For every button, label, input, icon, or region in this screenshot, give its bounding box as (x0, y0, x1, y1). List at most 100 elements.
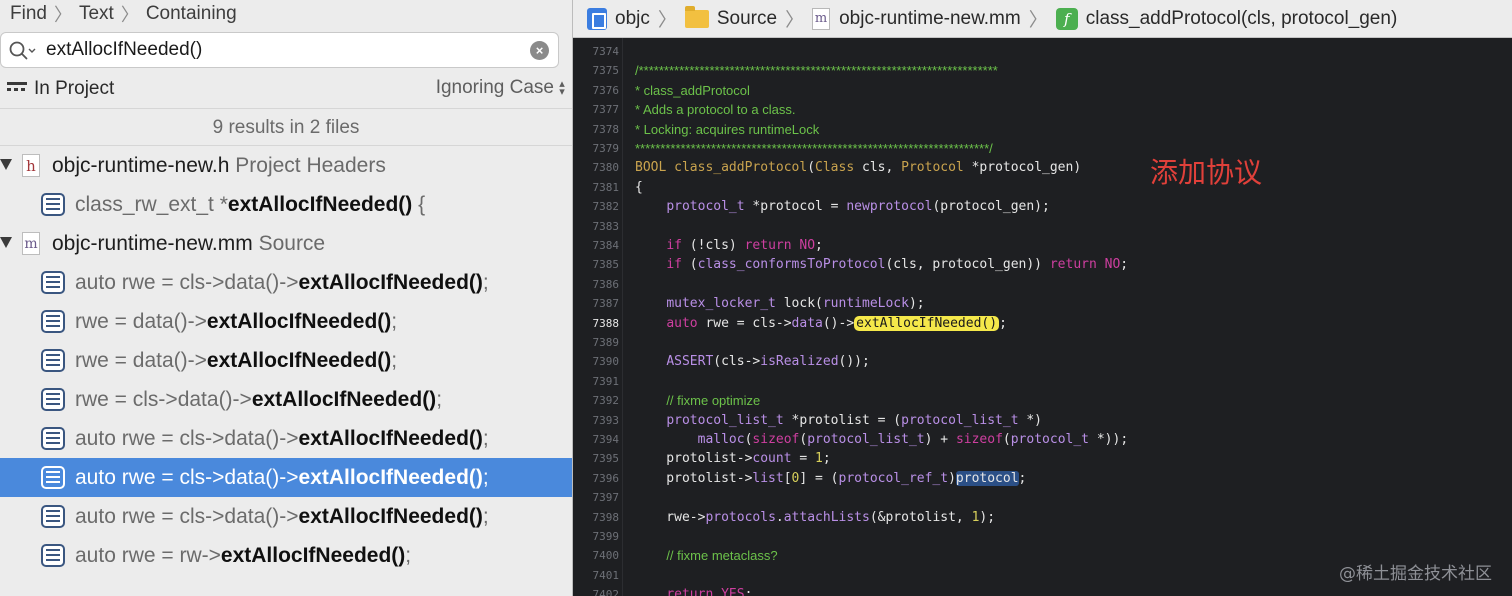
code-token: return (744, 238, 792, 253)
result-suffix: ; (391, 310, 398, 333)
search-query[interactable]: extAllocIfNeeded() (46, 33, 202, 67)
line-number: 7379 (592, 142, 620, 155)
find-scope-bar: In Project Ignoring Case ▴ ▾ (0, 70, 572, 108)
result-prefix: auto rwe = cls->data()-> (75, 271, 299, 294)
case-sensitivity-selector[interactable]: Ignoring Case (436, 70, 554, 106)
line-number: 7380 (592, 161, 620, 175)
code-token: ); (979, 509, 996, 525)
disclosure-triangle-icon[interactable] (0, 237, 12, 248)
code-token: NO (799, 238, 816, 253)
result-row[interactable]: auto rwe = cls->data()->extAllocIfNeeded… (0, 458, 572, 497)
breadcrumb-find[interactable]: Find (10, 3, 47, 25)
code-token: ) (948, 470, 956, 486)
code-token: *protolist = ( (783, 412, 902, 428)
code-token: (!cls) (681, 238, 745, 253)
result-row[interactable]: rwe = data()->extAllocIfNeeded(); (0, 341, 572, 380)
code-token: protocol_list_t (901, 412, 1019, 428)
code-line: /***************************************… (635, 61, 998, 81)
scope-icon[interactable] (7, 82, 27, 96)
text-match-icon (41, 310, 65, 333)
code-line: { (635, 178, 643, 197)
code-token: (&protolist, (869, 509, 972, 525)
breadcrumb-containing[interactable]: Containing (146, 3, 237, 25)
result-suffix: ; (482, 466, 489, 489)
code-line: return YES; (635, 585, 752, 596)
code-token: // fixme optimize (666, 393, 761, 409)
code-token: sizeof (955, 432, 1003, 447)
result-row[interactable]: class_rw_ext_t *extAllocIfNeeded() { (0, 185, 572, 224)
code-token: malloc (697, 432, 745, 447)
code-token: if (666, 238, 682, 253)
line-number: 7395 (592, 452, 620, 466)
clear-icon[interactable]: × (530, 41, 549, 60)
line-number: 7396 (592, 471, 620, 485)
result-file-name: objc-runtime-new.h Project Headers (52, 146, 386, 185)
file-name-label: objc-runtime-new.h (52, 154, 230, 177)
symbol-highlight: protocol (955, 470, 1019, 486)
result-row[interactable]: auto rwe = cls->data()->extAllocIfNeeded… (0, 497, 572, 536)
jump-bar-folder[interactable]: Source (684, 5, 777, 30)
line-number: 7388 (592, 316, 620, 330)
code-line: rwe->protocols.attachLists(&protolist, 1… (635, 508, 995, 527)
code-token: (cls, protocol_gen)) (885, 257, 1050, 273)
line-number: 7375 (592, 64, 620, 78)
code-token: *)); (1089, 432, 1129, 447)
result-prefix: auto rwe = rw-> (75, 544, 221, 567)
chevron-right-icon: 〉 (1028, 10, 1048, 31)
scope-selector[interactable]: In Project (34, 70, 114, 108)
result-match: extAllocIfNeeded() (251, 388, 437, 411)
line-number: 7400 (592, 549, 620, 563)
line-number-gutter[interactable]: 7374 7375 7376 7377 7378 7379 7380 7381 7382 7383… (573, 38, 623, 596)
result-file-group[interactable]: m objc-runtime-new.mm Source (0, 224, 572, 263)
result-row[interactable]: auto rwe = rw->extAllocIfNeeded(); (0, 536, 572, 575)
code-line: if (class_conformsToProtocol(cls, protoc… (635, 255, 1128, 274)
file-kind-label: Project Headers (235, 154, 386, 177)
code-line: * Adds a protocol to a class. (635, 100, 795, 120)
line-number: 7394 (592, 433, 620, 446)
code-token: class_addProtocol (674, 160, 808, 176)
jump-bar-project[interactable]: objc (573, 7, 650, 30)
chevron-updown-icon[interactable]: ▴ ▾ (557, 79, 567, 98)
result-suffix: ; (482, 505, 489, 528)
code-token: BOOL (635, 160, 675, 176)
jump-bar-symbol[interactable]: f class_addProtocol(cls, protocol_gen) (1055, 7, 1397, 30)
result-row[interactable]: rwe = data()->extAllocIfNeeded(); (0, 302, 572, 341)
text-match-icon (41, 505, 65, 528)
result-suffix: ; (405, 544, 412, 567)
result-text: auto rwe = cls->data()->extAllocIfNeeded… (75, 419, 489, 458)
code-token: /***************************************… (635, 63, 998, 79)
result-file-group[interactable]: h objc-runtime-new.h Project Headers (0, 146, 572, 185)
code-line: * Locking: acquires runtimeLock (635, 120, 819, 140)
line-number: 7402 (592, 588, 620, 596)
result-prefix: rwe = data()-> (75, 349, 207, 372)
code-token: YES (721, 587, 745, 596)
result-text: rwe = data()->extAllocIfNeeded(); (75, 302, 397, 341)
code-token: class_conformsToProtocol (697, 257, 886, 273)
chevron-right-icon: 〉 (657, 10, 677, 31)
chevron-right-icon: 〉 (120, 5, 139, 25)
code-editor[interactable]: 7374 7375 7376 7377 7378 7379 7380 7381 7382 7383… (573, 38, 1512, 596)
result-row[interactable]: rwe = cls->data()->extAllocIfNeeded(); (0, 380, 572, 419)
result-text: class_rw_ext_t *extAllocIfNeeded() { (75, 185, 425, 224)
objc-source-file-icon: m (812, 7, 831, 30)
function-icon: f (1055, 7, 1078, 30)
code-token: ()-> (822, 315, 855, 331)
result-row[interactable]: auto rwe = cls->data()->extAllocIfNeeded… (0, 419, 572, 458)
disclosure-triangle-icon[interactable] (0, 159, 12, 170)
search-options-icon[interactable] (8, 40, 36, 62)
breadcrumb-text[interactable]: Text (79, 3, 114, 25)
annotation-label: 添加协议 (1150, 156, 1263, 189)
find-search-field[interactable]: extAllocIfNeeded() × (0, 32, 559, 68)
code-token: ) + (924, 432, 956, 447)
code-token: protocol_t (666, 199, 745, 215)
code-token: Protocol (901, 160, 964, 176)
result-row[interactable]: auto rwe = cls->data()->extAllocIfNeeded… (0, 263, 572, 302)
jump-bar-file[interactable]: m objc-runtime-new.mm (812, 7, 1021, 30)
